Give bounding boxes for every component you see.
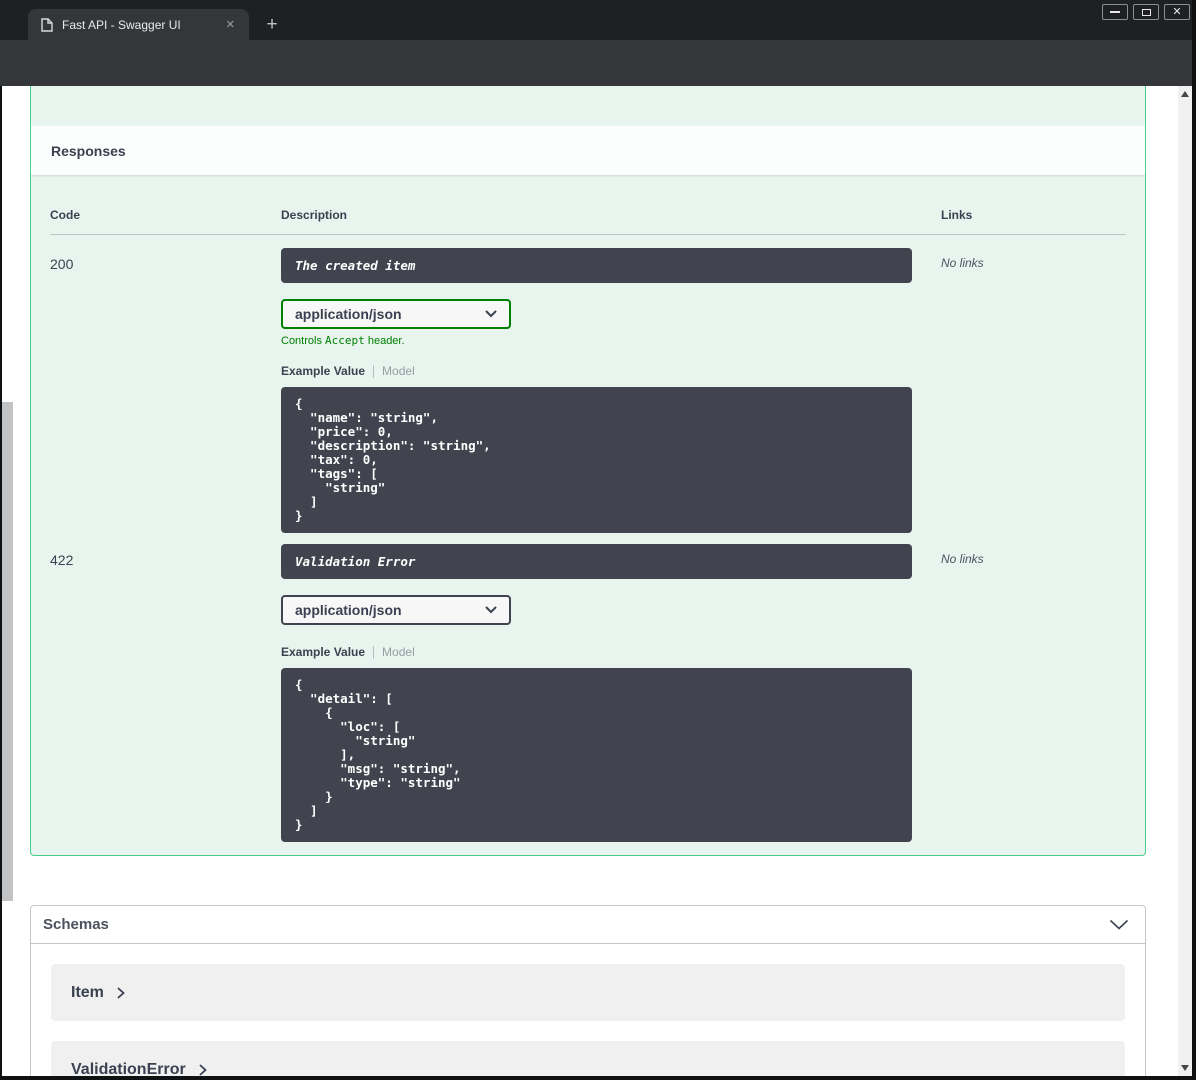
response-code: 422 [50,552,74,568]
tab-close-icon[interactable]: ✕ [222,16,239,33]
page-content: Responses Code Description Links 200 The… [2,86,1178,1076]
new-tab-button[interactable]: + [260,14,284,38]
chevron-right-icon [117,987,125,999]
page-scrollbar[interactable] [1178,86,1192,1076]
media-type-value: application/json [295,306,402,322]
tab-title: Fast API - Swagger UI [62,17,181,32]
chevron-down-icon [485,310,497,318]
title-bar: Fast API - Swagger UI ✕ + ✕ [0,0,1196,40]
model-row-validationerror[interactable]: ValidationError [51,1041,1125,1076]
tab-model[interactable]: Model [382,364,415,378]
window-border [0,1076,1196,1080]
browser-toolbar: 127.0.0.1:8000/docs ☆ [0,40,1196,117]
minimize-icon [1110,11,1120,13]
chevron-down-icon [485,606,497,614]
response-row-422: 422 Validation Error application/json Ex… [50,533,1126,842]
response-description: The created item [281,248,912,283]
example-json-422: { "detail": [ { "loc": [ "string" ], "ms… [281,668,912,842]
responses-section-header: Responses [31,126,1145,175]
responses-table-header: Code Description Links [50,208,1126,235]
responses-table: Code Description Links 200 The created i… [50,208,1126,842]
model-name: ValidationError [71,1060,186,1077]
tab-separator [373,645,375,659]
response-row-200: 200 The created item application/json Co… [50,235,1126,533]
response-links: No links [941,256,984,270]
schemas-title: Schemas [43,916,109,933]
chevron-down-icon[interactable] [1109,919,1129,930]
tab-separator [373,364,375,378]
tab-model[interactable]: Model [382,645,415,659]
response-description-cell: Validation Error application/json Exampl… [281,544,941,842]
column-header-description: Description [281,208,348,222]
schemas-header[interactable]: Schemas [31,906,1145,944]
media-type-select[interactable]: application/json [281,299,511,329]
responses-title: Responses [51,142,126,159]
window-close-button[interactable]: ✕ [1164,4,1190,20]
scrollbar-thumb[interactable] [1,402,13,901]
schemas-body: Item ValidationError [31,944,1145,1076]
example-model-tabs: Example Value Model [281,364,941,378]
favicon-page-icon [41,17,53,32]
window-minimize-button[interactable] [1102,4,1128,20]
accept-header-note: Controls Accept header. [281,334,405,347]
tab-example-value[interactable]: Example Value [281,364,365,378]
example-model-tabs: Example Value Model [281,645,941,659]
response-description: Validation Error [281,544,912,579]
window-border [1192,0,1196,1080]
post-operation-block: Responses Code Description Links 200 The… [30,86,1146,856]
browser-window: Fast API - Swagger UI ✕ + ✕ Responses Co… [0,0,1196,1080]
close-icon: ✕ [1172,5,1182,18]
window-maximize-button[interactable] [1133,4,1159,20]
window-border [0,86,2,1080]
scroll-down-arrow-icon[interactable] [1178,1061,1192,1075]
schemas-section: Schemas Item ValidationError [30,905,1146,1076]
model-row-item[interactable]: Item [51,964,1125,1021]
browser-tab[interactable]: Fast API - Swagger UI ✕ [28,9,249,40]
model-name: Item [71,983,104,1001]
response-code: 200 [50,256,74,272]
response-description-cell: The created item application/json Contro… [281,248,941,533]
column-header-links: Links [941,208,973,222]
media-type-value: application/json [295,602,402,618]
tab-example-value[interactable]: Example Value [281,645,365,659]
scroll-up-arrow-icon[interactable] [1178,87,1192,101]
maximize-icon [1141,8,1151,16]
media-type-select[interactable]: application/json [281,595,511,625]
column-header-code: Code [50,208,80,222]
response-links: No links [941,552,984,566]
chevron-right-icon [199,1064,207,1076]
example-json-200: { "name": "string", "price": 0, "descrip… [281,387,912,533]
